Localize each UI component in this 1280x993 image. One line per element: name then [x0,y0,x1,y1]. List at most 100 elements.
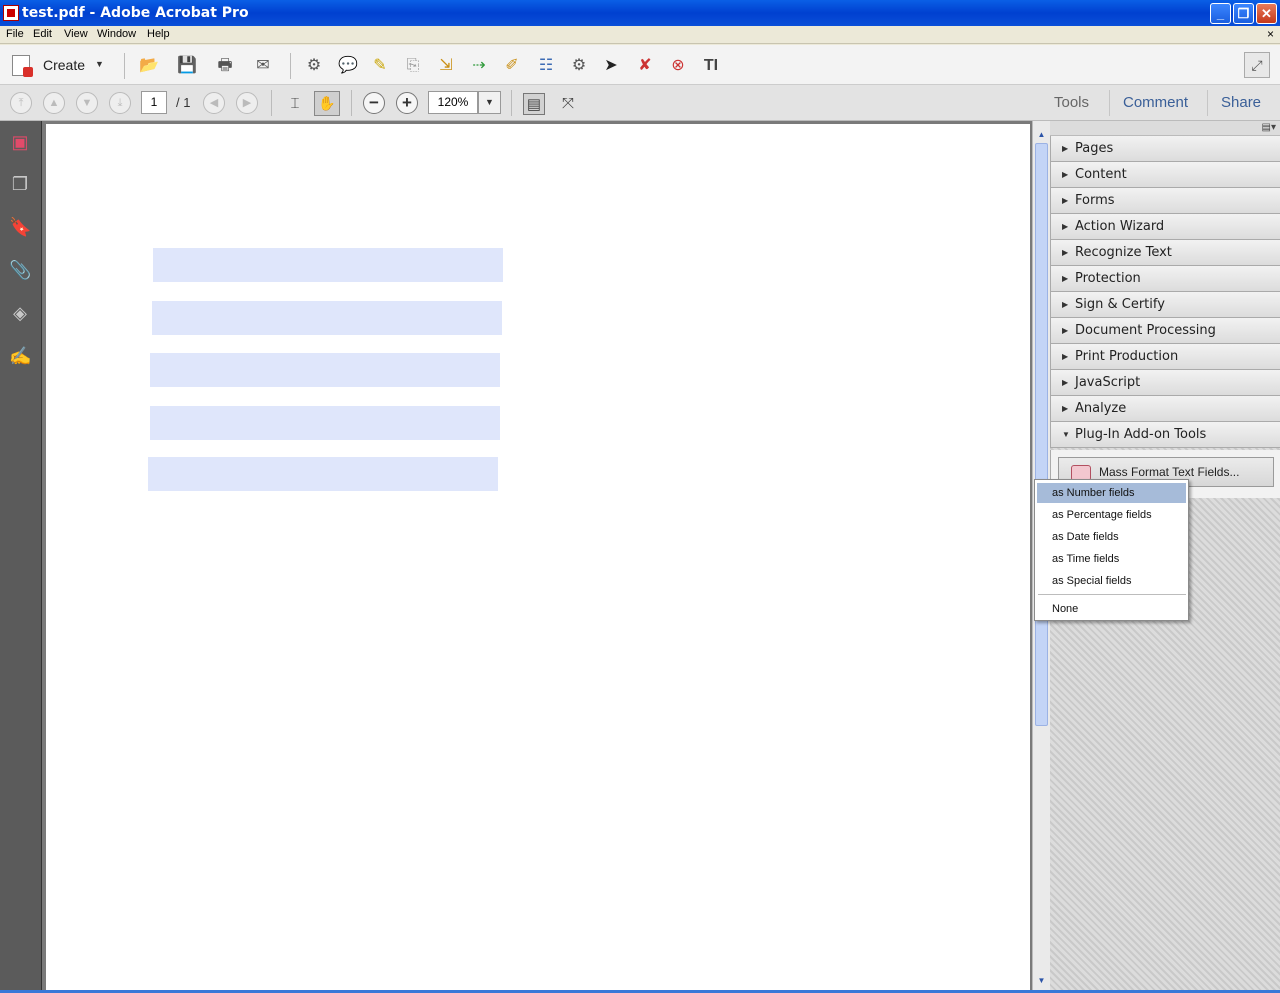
text-field[interactable] [152,301,502,335]
scroll-thumb[interactable] [1035,143,1048,726]
navigation-toolbar: ⤒ ▲ ▼ ⤓ 1 / 1 ◀ ▶ ⌶ ✋ − + 120% ▼ ▤ ⤧ Too… [0,85,1280,121]
comment-icon[interactable]: 💬 [337,55,359,77]
chevron-right-icon: ▶ [1062,378,1069,387]
save-icon[interactable]: 💾 [176,55,198,77]
text-field[interactable] [150,406,500,440]
spellcheck-icon[interactable]: ⊗ [667,55,689,77]
close-document-icon[interactable]: × [1267,27,1274,41]
attachments-icon[interactable]: 📎 [9,259,31,281]
forms-icon[interactable]: ☷ [535,55,557,77]
layers-icon[interactable]: ◈ [9,302,31,324]
zoom-dropdown-icon[interactable]: ▼ [478,91,501,114]
panel-recognize-text[interactable]: ▶ Recognize Text [1050,240,1280,266]
menu-item-time-fields[interactable]: as Time fields [1037,549,1186,569]
close-button[interactable]: ✕ [1256,3,1277,24]
zoom-out-icon[interactable]: − [363,92,385,114]
page-number-input[interactable]: 1 [141,91,167,114]
redact-icon[interactable]: ✘ [634,55,656,77]
text-field[interactable] [153,248,503,282]
panel-plugin-addon-tools[interactable]: ▼ Plug-In Add-on Tools [1050,422,1280,448]
scroll-up-icon[interactable]: ▲ [1034,127,1049,142]
tab-divider [1109,90,1110,116]
menu-bar: File Edit View Window Help × [0,26,1280,44]
menu-edit[interactable]: Edit [33,28,52,40]
panel-print-production[interactable]: ▶ Print Production [1050,344,1280,370]
first-page-icon[interactable]: ⤒ [10,92,32,114]
panel-javascript[interactable]: ▶ JavaScript [1050,370,1280,396]
bookmarks-icon[interactable]: 🔖 [9,216,31,238]
menu-item-none[interactable]: None [1037,599,1186,619]
select-icon[interactable]: ➤ [600,55,622,77]
menu-window[interactable]: Window [97,28,136,40]
panel-protection[interactable]: ▶ Protection [1050,266,1280,292]
menu-view[interactable]: View [64,28,88,40]
zoom-input[interactable]: 120% [428,91,478,114]
panel-action-wizard[interactable]: ▶ Action Wizard [1050,214,1280,240]
signature-tool-icon[interactable]: ✍ [9,345,31,367]
expand-icon[interactable]: ⤢ [1244,52,1270,78]
pane-options-icon[interactable]: ▤▾ [1262,122,1276,133]
text-field[interactable] [148,457,498,491]
settings2-icon[interactable]: ⚙ [568,55,590,77]
next-view-icon[interactable]: ▶ [236,92,258,114]
hand-tool-icon[interactable]: ✋ [314,91,340,116]
export-icon[interactable]: ⇲ [435,55,457,77]
menu-file[interactable]: File [6,28,24,40]
main-toolbar: Create ▼ 📂 💾 🖶 ✉ ⚙ 💬 ✎ ⎘ ⇲ ⇢ ✐ ☷ ⚙ ➤ ✘ ⊗… [0,45,1280,85]
open-icon[interactable]: 📂 [138,55,160,77]
panel-label: Analyze [1075,401,1127,416]
tab-share[interactable]: Share [1221,94,1261,111]
panel-label: Print Production [1075,349,1179,364]
chevron-right-icon: ▶ [1062,326,1069,335]
menu-item-special-fields[interactable]: as Special fields [1037,571,1186,591]
panel-analyze[interactable]: ▶ Analyze [1050,396,1280,422]
highlight-icon[interactable]: ✎ [369,55,391,77]
menu-help[interactable]: Help [147,28,170,40]
attach-icon[interactable]: ⎘ [402,55,424,77]
text-field[interactable] [150,353,500,387]
signatures-panel-icon[interactable]: ▣ [9,131,31,153]
fit-page-icon[interactable]: ▤ [523,93,545,115]
window-title: test.pdf - Adobe Acrobat Pro [22,5,249,21]
toolbar-divider [290,53,291,79]
last-page-icon[interactable]: ⤓ [109,92,131,114]
next-page-icon[interactable]: ▼ [76,92,98,114]
tab-tools[interactable]: Tools [1054,94,1089,111]
panel-label: Action Wizard [1075,219,1165,234]
chevron-right-icon: ▶ [1062,274,1069,283]
toolbar-divider [351,90,352,116]
tab-comment[interactable]: Comment [1123,94,1188,111]
create-button[interactable]: Create ▼ [8,53,108,77]
page-total: / 1 [176,95,191,110]
print-icon[interactable]: 🖶 [214,55,236,77]
previous-page-icon[interactable]: ▲ [43,92,65,114]
panel-sign-certify[interactable]: ▶ Sign & Certify [1050,292,1280,318]
scroll-down-icon[interactable]: ▼ [1034,973,1049,988]
menu-item-date-fields[interactable]: as Date fields [1037,527,1186,547]
chevron-down-icon: ▼ [1062,430,1070,439]
settings-icon[interactable]: ⚙ [303,55,325,77]
zoom-in-icon[interactable]: + [396,92,418,114]
pdf-page [46,124,1030,993]
fit-width-icon[interactable]: ⤧ [557,93,579,115]
title-bar: test.pdf - Adobe Acrobat Pro _ ❐ ✕ [0,0,1280,26]
panel-pages[interactable]: ▶ Pages [1050,136,1280,162]
chevron-right-icon: ▶ [1062,248,1069,257]
select-cursor-icon[interactable]: ⌶ [284,93,306,115]
email-icon[interactable]: ✉ [252,55,274,77]
previous-view-icon[interactable]: ◀ [203,92,225,114]
restore-button[interactable]: ❐ [1233,3,1254,24]
panel-label: Protection [1075,271,1141,286]
minimize-button[interactable]: _ [1210,3,1231,24]
menu-item-percentage-fields[interactable]: as Percentage fields [1037,505,1186,525]
text-tool-icon[interactable]: TI [700,55,722,77]
chevron-right-icon: ▶ [1062,222,1069,231]
edit-icon[interactable]: ✐ [501,55,523,77]
acrobat-app-icon[interactable] [3,5,19,21]
menu-item-number-fields[interactable]: as Number fields [1037,483,1186,503]
combine-icon[interactable]: ⇢ [468,55,490,77]
panel-content[interactable]: ▶ Content [1050,162,1280,188]
panel-document-processing[interactable]: ▶ Document Processing [1050,318,1280,344]
page-thumbnails-icon[interactable]: ❐ [9,173,31,195]
panel-forms[interactable]: ▶ Forms [1050,188,1280,214]
